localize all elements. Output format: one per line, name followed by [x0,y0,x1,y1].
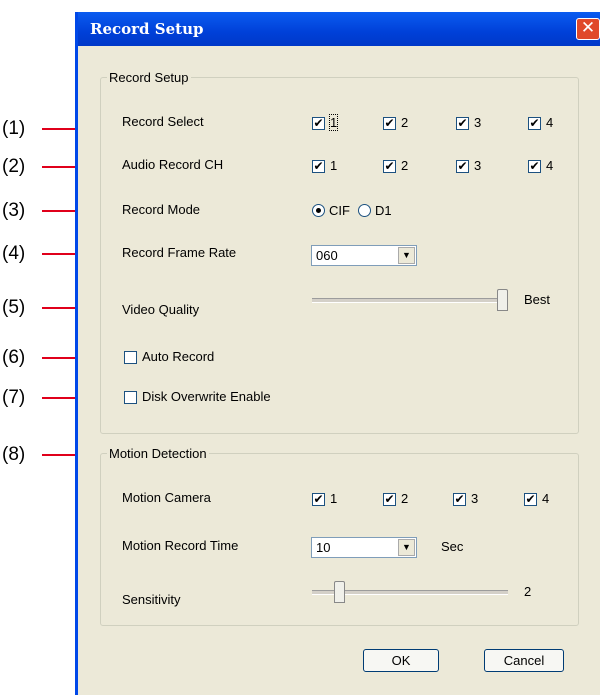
motion-channel-label: 3 [471,491,479,506]
callout-number: (8) [2,444,26,465]
record-mode-d1-radio[interactable] [358,204,371,217]
audio-channel-label: 2 [401,158,409,173]
motion-camera-checkbox-1[interactable]: ✔ [312,493,325,506]
record-select-channel-label: 1 [328,114,339,131]
check-icon: ✔ [313,492,324,506]
frame-rate-dropdown[interactable]: 060 ▼ [311,245,417,266]
video-quality-track [312,298,508,303]
ok-button[interactable]: OK [363,649,439,672]
sensitivity-label: Sensitivity [122,592,181,607]
close-icon: ✕ [580,18,596,38]
check-icon: ✔ [384,159,395,173]
record-mode-d1-label: D1 [375,203,392,218]
callout-number: (2) [2,156,26,177]
auto-record-label: Auto Record [142,349,215,364]
check-icon: ✔ [313,159,324,173]
record-setup-legend: Record Setup [109,70,189,85]
audio-channel-label: 4 [546,158,554,173]
dialog-title: Record Setup [90,20,204,38]
motion-channel-label: 1 [330,491,338,506]
chevron-down-icon[interactable]: ▼ [398,539,415,556]
title-bar[interactable]: Record Setup ✕ [78,12,600,46]
record-select-checkbox-3[interactable]: ✔ [456,117,469,130]
close-button[interactable]: ✕ [576,18,600,40]
disk-overwrite-label: Disk Overwrite Enable [142,389,271,404]
motion-detection-legend: Motion Detection [109,446,207,461]
motion-channel-label: 4 [542,491,550,506]
callout-number: (1) [2,118,26,139]
motion-record-time-label: Motion Record Time [122,538,239,553]
record-select-checkbox-4[interactable]: ✔ [528,117,541,130]
motion-channel-label: 2 [401,491,409,506]
motion-record-time-dropdown[interactable]: 10 ▼ [311,537,417,558]
disk-overwrite-checkbox[interactable] [124,391,137,404]
audio-channel-label: 3 [474,158,482,173]
check-icon: ✔ [454,492,465,506]
sensitivity-slider-thumb[interactable] [334,581,345,603]
audio-record-checkbox-3[interactable]: ✔ [456,160,469,173]
record-mode-label: Record Mode [122,202,201,217]
record-mode-cif-radio[interactable] [312,204,325,217]
record-select-checkbox-1[interactable]: ✔ [312,117,325,130]
audio-channel-label: 1 [330,158,338,173]
auto-record-checkbox[interactable] [124,351,137,364]
callout-number: (4) [2,243,26,264]
check-icon: ✔ [457,159,468,173]
audio-record-checkbox-4[interactable]: ✔ [528,160,541,173]
motion-record-time-value: 10 [316,540,331,555]
record-select-checkbox-2[interactable]: ✔ [383,117,396,130]
chevron-down-icon[interactable]: ▼ [398,247,415,264]
video-quality-slider-thumb[interactable] [497,289,508,311]
motion-camera-checkbox-2[interactable]: ✔ [383,493,396,506]
check-icon: ✔ [529,116,540,130]
record-select-channel-label: 2 [401,115,409,130]
record-select-channel-label: 3 [474,115,482,130]
record-setup-dialog: Record Setup ✕ Record Setup Record Selec… [75,12,600,695]
callout-number: (6) [2,347,26,368]
check-icon: ✔ [457,116,468,130]
video-quality-value: Best [524,292,551,307]
motion-camera-checkbox-3[interactable]: ✔ [453,493,466,506]
check-icon: ✔ [384,492,395,506]
check-icon: ✔ [525,492,536,506]
cancel-button[interactable]: Cancel [484,649,564,672]
motion-camera-checkbox-4[interactable]: ✔ [524,493,537,506]
sensitivity-value: 2 [524,584,532,599]
motion-record-time-unit: Sec [441,539,464,554]
audio-record-checkbox-1[interactable]: ✔ [312,160,325,173]
frame-rate-label: Record Frame Rate [122,245,237,260]
callout-number: (5) [2,297,26,318]
audio-record-checkbox-2[interactable]: ✔ [383,160,396,173]
record-mode-cif-label: CIF [329,203,350,218]
callout-number: (3) [2,200,26,221]
check-icon: ✔ [313,116,324,130]
callout-number: (7) [2,387,26,408]
check-icon: ✔ [384,116,395,130]
video-quality-label: Video Quality [122,302,200,317]
record-select-channel-label: 4 [546,115,554,130]
audio-record-label: Audio Record CH [122,157,224,172]
record-select-label: Record Select [122,114,204,129]
motion-camera-label: Motion Camera [122,490,211,505]
check-icon: ✔ [529,159,540,173]
frame-rate-value: 060 [316,248,338,263]
